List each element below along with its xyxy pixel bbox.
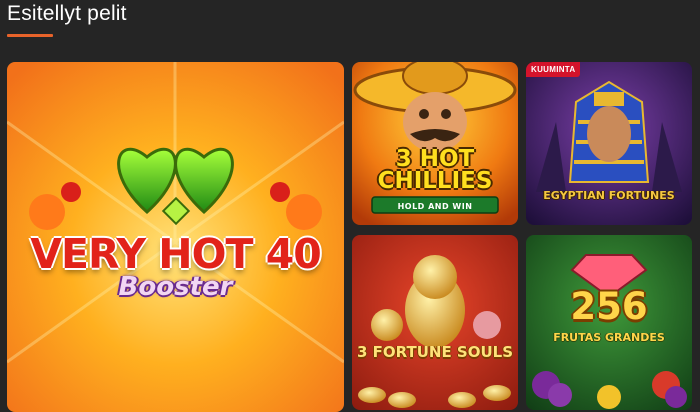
hot-badge: KUUMINTA — [526, 62, 581, 77]
game-tile-very-hot-40-booster[interactable]: VERY HOT 40 Booster — [7, 62, 344, 412]
game-tile-3-fortune-souls[interactable]: 3 FORTUNE SOULS — [352, 235, 518, 410]
game-tile-3-hot-chillies[interactable]: 3 HOT CHILLIES HOLD AND WIN — [352, 62, 518, 225]
game-art-chillies — [352, 62, 518, 225]
game-art-very-hot — [7, 62, 344, 412]
face-icon — [403, 92, 467, 152]
game-tile-256-frutas-grandes[interactable]: 256 FRUTAS GRANDES — [526, 235, 692, 410]
game-art-egypt — [526, 62, 692, 225]
section-title: Esitellyt pelit — [7, 2, 127, 25]
title-underline — [7, 34, 53, 37]
game-art-frutas — [526, 235, 692, 410]
game-art-fortune — [352, 235, 518, 410]
game-tile-egyptian-fortunes[interactable]: KUUMINTA EGYPTIAN FORTUNES — [526, 62, 692, 225]
